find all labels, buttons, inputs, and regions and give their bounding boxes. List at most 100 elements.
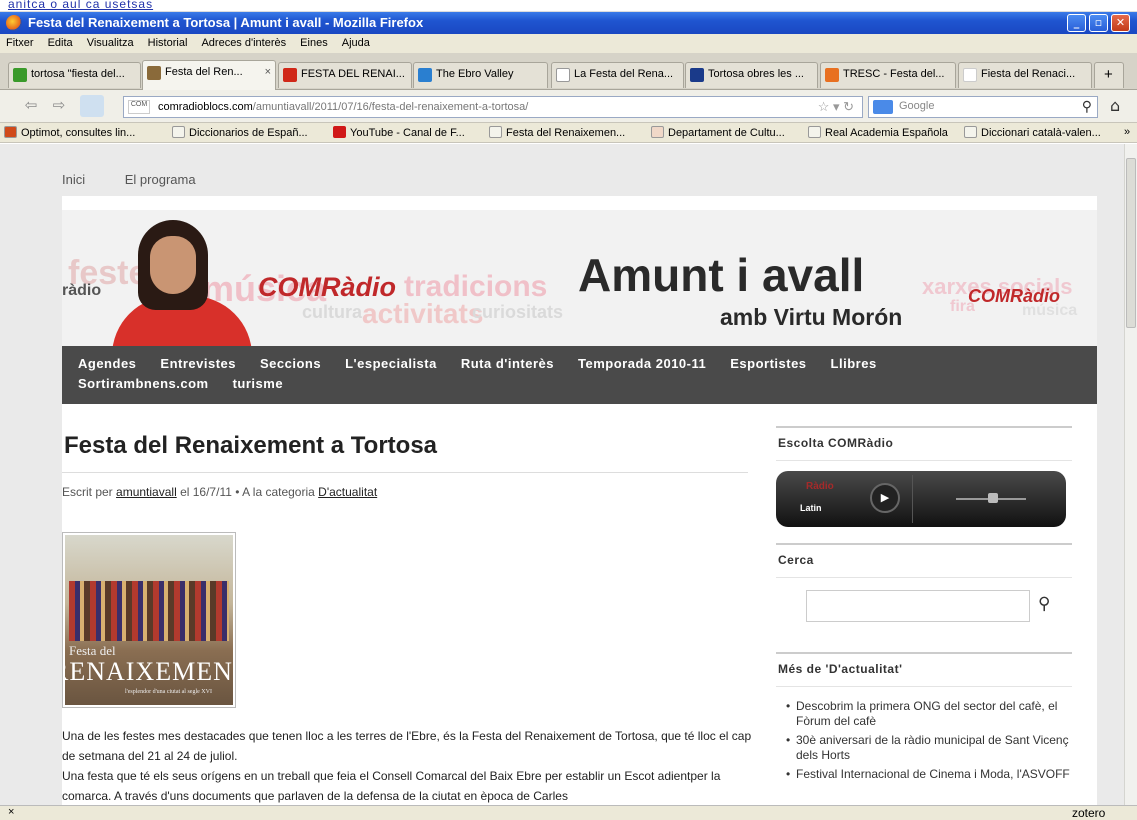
nav-item-especialista[interactable]: L'especialista: [345, 354, 437, 374]
addon-icon[interactable]: [80, 95, 104, 117]
nav-item-sortirambnens[interactable]: Sortirambnens.com: [78, 374, 209, 394]
page-content: festes música cultura activitats tradici…: [62, 196, 1097, 805]
menu-bookmarks[interactable]: Adreces d'interès: [195, 34, 291, 49]
menu-history[interactable]: Historial: [142, 34, 193, 49]
close-icon[interactable]: ×: [8, 806, 14, 818]
nav-item-ruta[interactable]: Ruta d'interès: [461, 354, 554, 374]
header-word: ràdio: [62, 282, 102, 299]
bookmark-item[interactable]: Departament de Cultu...: [651, 126, 785, 139]
menu-help[interactable]: Ajuda: [336, 34, 375, 49]
divider: [62, 472, 748, 473]
zotero-label[interactable]: zotero: [1072, 806, 1105, 820]
vertical-scrollbar[interactable]: [1124, 144, 1137, 805]
image-caption-2: RENAIXEMENT: [65, 657, 233, 686]
search-engine-icon[interactable]: [873, 100, 893, 114]
image-caption-3: l'esplendor d'una ciutat al segle XVI: [125, 689, 212, 695]
bookmarks-more-icon[interactable]: »: [1124, 126, 1130, 138]
page-viewport: Inici El programa festes música cultura …: [0, 144, 1124, 805]
header-word: cultura: [302, 302, 363, 322]
site-top-nav: Inici El programa: [62, 172, 232, 187]
brand-logo: COMRàdio: [258, 272, 396, 302]
search-icon[interactable]: ⚲: [1038, 594, 1050, 614]
play-icon[interactable]: ▶: [870, 483, 900, 513]
forward-arrow-icon[interactable]: ⇨: [48, 96, 70, 116]
url-bar[interactable]: COM comradioblocs.com/amuntiavall/2011/0…: [123, 96, 863, 118]
volume-knob[interactable]: [988, 493, 998, 503]
list-item[interactable]: Festival Internacional de Cinema i Moda,…: [786, 767, 1072, 782]
home-icon[interactable]: ⌂: [1110, 96, 1120, 115]
minimize-button[interactable]: _: [1067, 14, 1086, 32]
favicon-icon: [964, 126, 977, 138]
host-portrait: [112, 218, 252, 346]
post-paragraph: Una festa que té els seus orígens en un …: [62, 769, 721, 803]
list-item[interactable]: 30è aniversari de la ràdio municipal de …: [786, 733, 1072, 763]
header-subtitle: amb Virtu Morón: [720, 304, 903, 330]
bookmark-label: Real Academia Española: [825, 127, 948, 139]
menu-bar: Fitxer Edita Visualitza Historial Adrece…: [0, 34, 1137, 53]
related-posts-list: Descobrim la primera ONG del sector del …: [776, 687, 1072, 782]
menu-file[interactable]: Fitxer: [0, 34, 39, 49]
bookmark-item[interactable]: Festa del Renaixemen...: [489, 126, 625, 139]
favicon-icon: [13, 68, 27, 82]
bookmark-star-icon[interactable]: ☆ ▾ ↻: [818, 99, 854, 115]
sidebar-search-input[interactable]: [806, 590, 1030, 622]
tab-1[interactable]: tortosa "fiesta del...: [8, 62, 141, 88]
back-arrow-icon[interactable]: ⇦: [20, 96, 42, 116]
post-meta: Escrit per amuntiavall el 16/7/11 • A la…: [62, 485, 377, 499]
scrollbar-thumb[interactable]: [1126, 158, 1136, 328]
menu-edit[interactable]: Edita: [42, 34, 78, 49]
favicon-icon: [172, 126, 185, 138]
site-identity-icon[interactable]: COM: [128, 100, 150, 114]
favicon-icon: [489, 126, 502, 138]
bookmark-item[interactable]: Real Academia Española: [808, 126, 948, 139]
firefox-icon: [6, 15, 22, 31]
search-box[interactable]: Google ⚲: [868, 96, 1098, 118]
bookmark-label: Diccionarios de Españ...: [189, 127, 308, 139]
tab-label: FESTA DEL RENAI...: [301, 68, 405, 80]
bookmark-item[interactable]: Optimot, consultes lin...: [4, 126, 135, 139]
nav-item-turisme[interactable]: turisme: [233, 374, 283, 394]
close-button[interactable]: ✕: [1111, 14, 1130, 32]
bookmark-label: YouTube - Canal de F...: [350, 127, 465, 139]
post-image[interactable]: Festa del RENAIXEMENT l'esplendor d'una …: [62, 532, 236, 708]
new-tab-button[interactable]: +: [1094, 62, 1124, 88]
nav-item-llibres[interactable]: Llibres: [831, 354, 877, 374]
title-bar[interactable]: Festa del Renaixement a Tortosa | Amunt …: [0, 12, 1137, 34]
post-body: Una de les festes mes destacades que ten…: [62, 726, 752, 805]
nav-item-seccions[interactable]: Seccions: [260, 354, 321, 374]
search-placeholder: Google: [899, 100, 935, 112]
nav-item-agendes[interactable]: Agendes: [78, 354, 136, 374]
tab-2-active[interactable]: Festa del Ren... ×: [142, 60, 276, 90]
tab-close-icon[interactable]: ×: [265, 66, 271, 78]
nav-item-esportistes[interactable]: Esportistes: [730, 354, 806, 374]
bookmark-item[interactable]: Diccionari català-valen...: [964, 126, 1101, 139]
category-link[interactable]: D'actualitat: [318, 485, 377, 499]
tab-7[interactable]: TRESC - Festa del...: [820, 62, 956, 88]
tab-6[interactable]: Tortosa obres les ...: [685, 62, 818, 88]
bookmark-label: Departament de Cultu...: [668, 127, 785, 139]
tab-4[interactable]: The Ebro Valley: [413, 62, 548, 88]
top-strip: anitca o aul ca usetsas: [0, 0, 1137, 12]
sidebar: Escolta COMRàdio Ràdio Latin ▶ Cerca ⚲ M…: [776, 426, 1072, 786]
list-item[interactable]: Descobrim la primera ONG del sector del …: [786, 699, 1072, 729]
nav-item-temporada[interactable]: Temporada 2010-11: [578, 354, 706, 374]
bookmark-item[interactable]: YouTube - Canal de F...: [333, 126, 465, 139]
tab-3[interactable]: FESTA DEL RENAI...: [278, 62, 412, 88]
nav-home-link[interactable]: Inici: [62, 172, 85, 187]
nav-item-entrevistes[interactable]: Entrevistes: [160, 354, 236, 374]
tab-5[interactable]: La Festa del Rena...: [551, 62, 684, 88]
author-link[interactable]: amuntiavall: [116, 485, 177, 499]
favicon-icon: [963, 68, 977, 82]
maximize-button[interactable]: ▫: [1089, 14, 1108, 32]
nav-program-link[interactable]: El programa: [125, 172, 196, 187]
search-icon[interactable]: ⚲: [1082, 98, 1092, 115]
post-title[interactable]: Festa del Renaixement a Tortosa: [64, 432, 437, 460]
bookmark-item[interactable]: Diccionarios de Españ...: [172, 126, 308, 139]
bookmark-label: Diccionari català-valen...: [981, 127, 1101, 139]
tab-8[interactable]: Fiesta del Renaci...: [958, 62, 1092, 88]
site-header-banner[interactable]: festes música cultura activitats tradici…: [62, 210, 1097, 346]
player-logo-latin: Latin: [800, 503, 822, 513]
main-navigation: Agendes Entrevistes Seccions L'especialista…: [62, 346, 1097, 404]
menu-view[interactable]: Visualitza: [81, 34, 139, 49]
menu-tools[interactable]: Eines: [294, 34, 333, 49]
